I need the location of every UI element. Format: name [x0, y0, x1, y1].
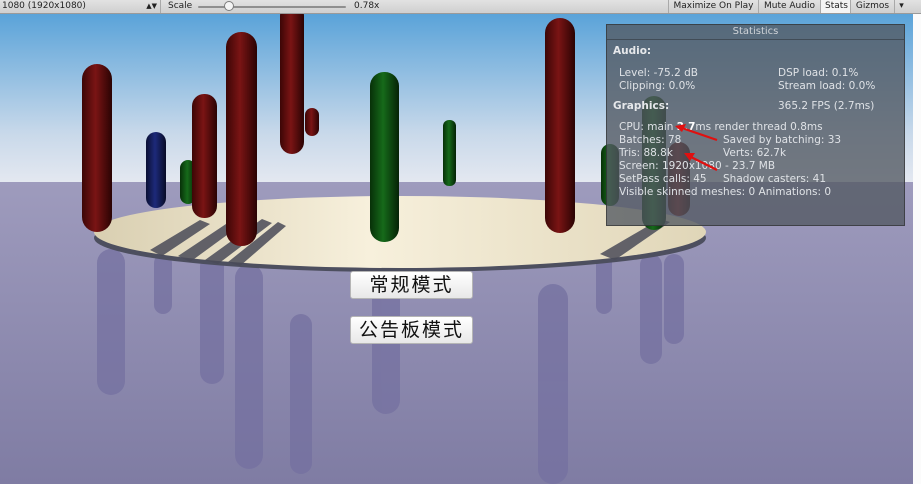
scale-value: 0.78x — [354, 1, 380, 11]
resolution-label: 1080 (1920x1080) — [2, 1, 86, 11]
mute-audio-button[interactable]: Mute Audio — [758, 0, 820, 13]
gizmos-dropdown-icon[interactable]: ▾ — [894, 0, 908, 13]
normal-mode-button[interactable]: 常规模式 — [350, 271, 473, 299]
scale-slider-track[interactable] — [198, 6, 346, 8]
annotation-arrows — [675, 124, 718, 171]
arrow-to-tris — [688, 155, 718, 171]
stats-button[interactable]: Stats — [820, 0, 850, 13]
resolution-dropdown[interactable]: 1080 (1920x1080) ▲▼ — [2, 0, 161, 13]
billboard-mode-button[interactable]: 公告板模式 — [350, 316, 473, 344]
statistics-panel: Statistics Audio: Level: -75.2 dB DSP lo… — [606, 24, 905, 226]
gizmos-button[interactable]: Gizmos — [850, 0, 894, 13]
scale-slider-handle[interactable] — [224, 1, 234, 11]
game-view-toolbar: 1080 (1920x1080) ▲▼ Scale 0.78x Maximize… — [0, 0, 921, 14]
arrow-to-batches — [678, 125, 718, 142]
maximize-on-play-button[interactable]: Maximize On Play — [668, 0, 758, 13]
inspector-edge — [913, 14, 921, 484]
scale-label: Scale — [168, 1, 193, 11]
dropdown-arrows-icon: ▲▼ — [146, 2, 157, 10]
